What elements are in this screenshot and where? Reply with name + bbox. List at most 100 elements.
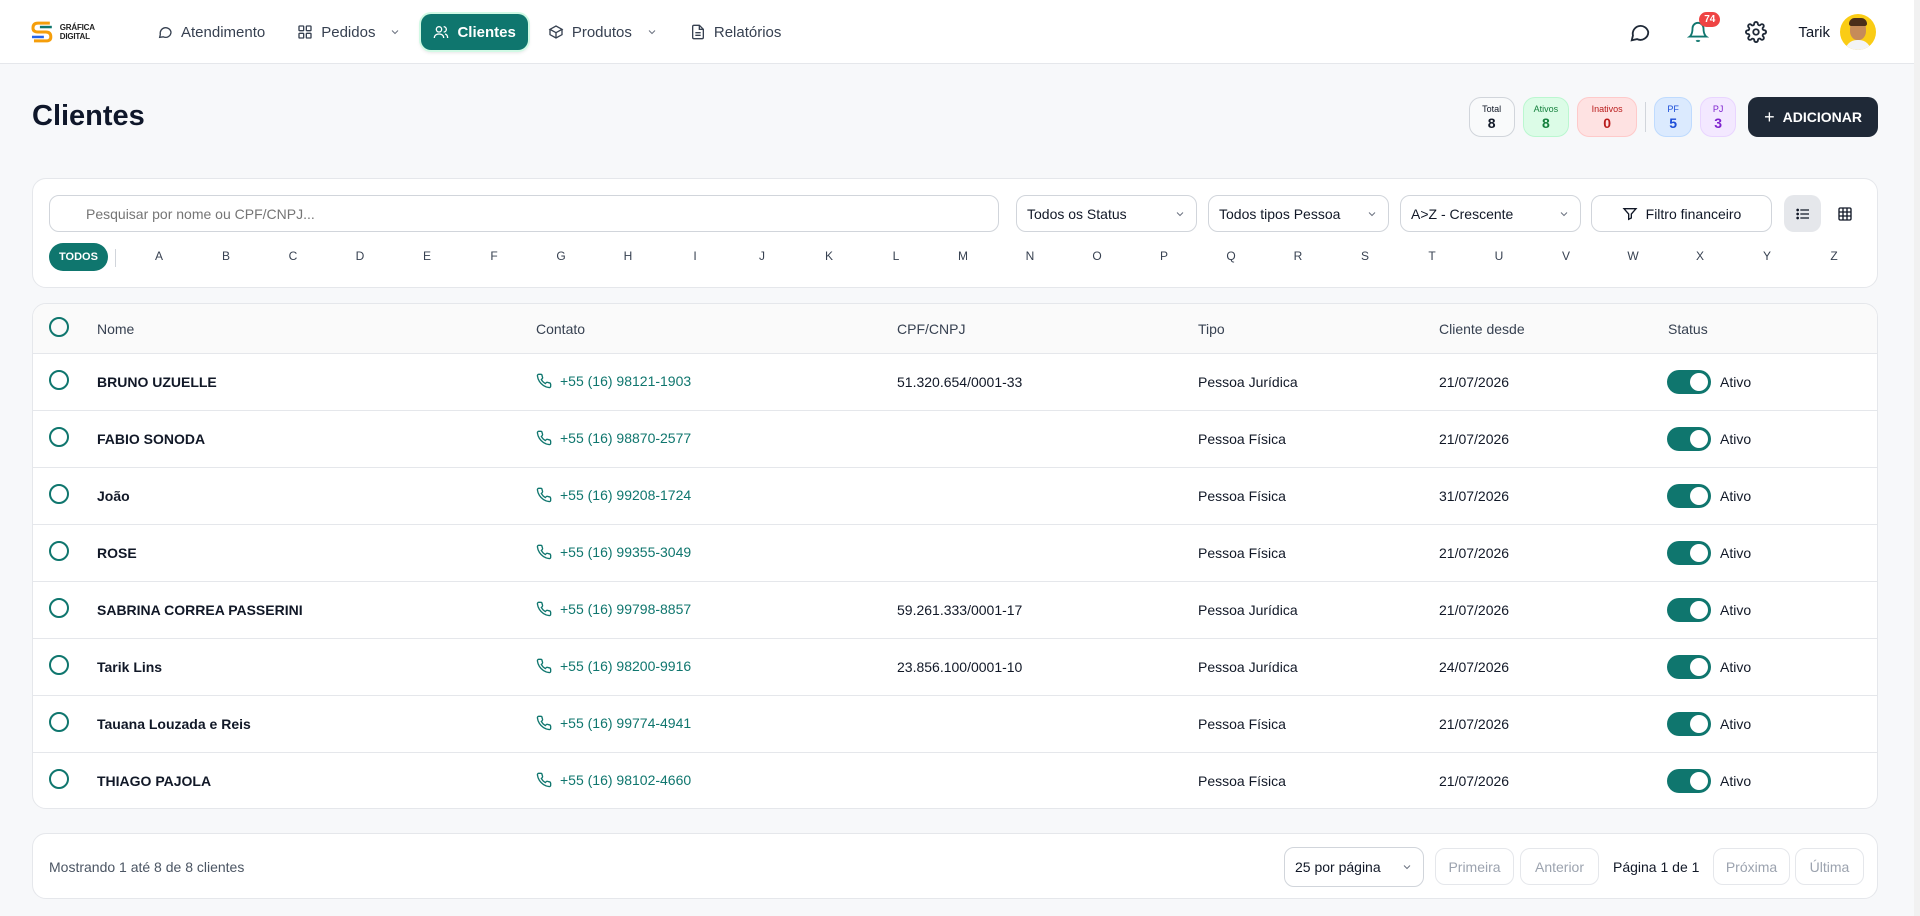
sort-select[interactable]: A>Z - Crescente xyxy=(1400,195,1581,232)
letter-filter-h[interactable]: H xyxy=(618,249,638,263)
column-header-tipo[interactable]: Tipo xyxy=(1198,321,1225,337)
letter-filter-j[interactable]: J xyxy=(752,249,772,263)
notifications-button[interactable]: 74 xyxy=(1678,12,1721,52)
column-header-status[interactable]: Status xyxy=(1668,321,1708,337)
letter-filter-v[interactable]: V xyxy=(1556,249,1576,263)
row-checkbox[interactable] xyxy=(49,427,69,447)
letter-filter-c[interactable]: C xyxy=(283,249,303,263)
letter-filter-r[interactable]: R xyxy=(1288,249,1308,263)
nav-produtos[interactable]: Produtos xyxy=(536,14,670,50)
nav-pedidos[interactable]: Pedidos xyxy=(285,14,413,50)
status-toggle[interactable] xyxy=(1667,541,1711,565)
status-select[interactable]: Todos os Status xyxy=(1016,195,1197,232)
client-name[interactable]: SABRINA CORREA PASSERINI xyxy=(97,602,303,618)
client-name[interactable]: Tauana Louzada e Reis xyxy=(97,716,251,732)
letter-filter-x[interactable]: X xyxy=(1690,249,1710,263)
table-row[interactable]: João +55 (16) 99208-1724 Pessoa Física 31/0… xyxy=(33,468,1877,525)
column-header-contato[interactable]: Contato xyxy=(536,321,585,337)
status-toggle[interactable] xyxy=(1667,769,1711,793)
row-checkbox[interactable] xyxy=(49,541,69,561)
letter-filter-e[interactable]: E xyxy=(417,249,437,263)
client-name[interactable]: THIAGO PAJOLA xyxy=(97,773,211,789)
client-phone-link[interactable]: +55 (16) 98870-2577 xyxy=(536,430,691,446)
row-checkbox[interactable] xyxy=(49,769,69,789)
client-name[interactable]: BRUNO UZUELLE xyxy=(97,374,217,390)
table-row[interactable]: FABIO SONODA +55 (16) 98870-2577 Pessoa Fí… xyxy=(33,411,1877,468)
letter-filter-z[interactable]: Z xyxy=(1824,249,1844,263)
app-logo[interactable]: GRÁFICA DIGITAL xyxy=(30,18,126,46)
status-toggle[interactable] xyxy=(1667,598,1711,622)
table-row[interactable]: Tauana Louzada e Reis +55 (16) 99774-4941… xyxy=(33,696,1877,753)
letter-filter-m[interactable]: M xyxy=(953,249,973,263)
letter-filter-g[interactable]: G xyxy=(551,249,571,263)
table-row[interactable]: Tarik Lins +55 (16) 98200-9916 23.856.100/… xyxy=(33,639,1877,696)
client-phone-link[interactable]: +55 (16) 98102-4660 xyxy=(536,772,691,788)
client-document: 23.856.100/0001-10 xyxy=(897,659,1023,675)
page-scrollbar[interactable] xyxy=(1914,0,1920,916)
messages-button[interactable] xyxy=(1620,12,1660,52)
last-page-button[interactable]: Última xyxy=(1795,848,1864,885)
letter-filter-t[interactable]: T xyxy=(1422,249,1442,263)
letter-filter-w[interactable]: W xyxy=(1623,249,1643,263)
column-header-cliente-desde[interactable]: Cliente desde xyxy=(1439,321,1525,337)
grid-view-button[interactable] xyxy=(1826,195,1863,232)
row-checkbox[interactable] xyxy=(49,655,69,675)
financial-filter-button[interactable]: Filtro financeiro xyxy=(1591,195,1772,232)
previous-page-button[interactable]: Anterior xyxy=(1520,848,1599,885)
per-page-select[interactable]: 25 por página xyxy=(1284,847,1424,887)
letter-filter-i[interactable]: I xyxy=(685,249,705,263)
nav-relatorios[interactable]: Relatórios xyxy=(678,14,794,50)
table-row[interactable]: BRUNO UZUELLE +55 (16) 98121-1903 51.320.6… xyxy=(33,354,1877,411)
row-checkbox[interactable] xyxy=(49,370,69,390)
letter-filter-d[interactable]: D xyxy=(350,249,370,263)
table-row[interactable]: SABRINA CORREA PASSERINI +55 (16) 99798-8… xyxy=(33,582,1877,639)
letter-filter-f[interactable]: F xyxy=(484,249,504,263)
status-toggle[interactable] xyxy=(1667,370,1711,394)
client-name[interactable]: ROSE xyxy=(97,545,137,561)
first-page-button[interactable]: Primeira xyxy=(1435,848,1514,885)
search-input[interactable] xyxy=(49,195,999,232)
client-phone-link[interactable]: +55 (16) 99355-3049 xyxy=(536,544,691,560)
client-phone-link[interactable]: +55 (16) 99208-1724 xyxy=(536,487,691,503)
client-phone-link[interactable]: +55 (16) 99798-8857 xyxy=(536,601,691,617)
row-checkbox[interactable] xyxy=(49,484,69,504)
letter-filter-o[interactable]: O xyxy=(1087,249,1107,263)
status-toggle[interactable] xyxy=(1667,427,1711,451)
add-client-button[interactable]: + ADICIONAR xyxy=(1748,97,1878,137)
column-header-cpf-cnpj[interactable]: CPF/CNPJ xyxy=(897,321,965,337)
nav-clientes[interactable]: Clientes xyxy=(421,14,528,50)
letter-filter-y[interactable]: Y xyxy=(1757,249,1777,263)
status-toggle[interactable] xyxy=(1667,655,1711,679)
financial-filter-label: Filtro financeiro xyxy=(1645,205,1742,222)
letter-filter-a[interactable]: A xyxy=(149,249,169,263)
table-row[interactable]: ROSE +55 (16) 99355-3049 Pessoa Física 21/0… xyxy=(33,525,1877,582)
letter-filter-p[interactable]: P xyxy=(1154,249,1174,263)
user-menu[interactable]: Tarik xyxy=(1798,14,1876,50)
status-toggle[interactable] xyxy=(1667,484,1711,508)
client-name[interactable]: João xyxy=(97,488,130,504)
letter-filter-q[interactable]: Q xyxy=(1221,249,1241,263)
column-header-nome[interactable]: Nome xyxy=(97,321,134,337)
letter-filter-b[interactable]: B xyxy=(216,249,236,263)
pessoa-select[interactable]: Todos tipos Pessoa xyxy=(1208,195,1389,232)
client-phone-link[interactable]: +55 (16) 99774-4941 xyxy=(536,715,691,731)
settings-button[interactable] xyxy=(1736,12,1776,52)
next-page-button[interactable]: Próxima xyxy=(1713,848,1790,885)
nav-atendimento[interactable]: Atendimento xyxy=(145,14,277,50)
letter-filter-u[interactable]: U xyxy=(1489,249,1509,263)
list-view-button[interactable] xyxy=(1784,195,1821,232)
client-phone-link[interactable]: +55 (16) 98121-1903 xyxy=(536,373,691,389)
client-phone-link[interactable]: +55 (16) 98200-9916 xyxy=(536,658,691,674)
select-all-checkbox[interactable] xyxy=(49,317,69,337)
letter-filter-todos[interactable]: TODOS xyxy=(49,243,108,271)
status-toggle[interactable] xyxy=(1667,712,1711,736)
letter-filter-s[interactable]: S xyxy=(1355,249,1375,263)
row-checkbox[interactable] xyxy=(49,598,69,618)
client-name[interactable]: FABIO SONODA xyxy=(97,431,205,447)
letter-filter-k[interactable]: K xyxy=(819,249,839,263)
letter-filter-l[interactable]: L xyxy=(886,249,906,263)
row-checkbox[interactable] xyxy=(49,712,69,732)
client-name[interactable]: Tarik Lins xyxy=(97,659,162,675)
letter-filter-n[interactable]: N xyxy=(1020,249,1040,263)
table-row[interactable]: THIAGO PAJOLA +55 (16) 98102-4660 Pessoa F… xyxy=(33,753,1877,808)
